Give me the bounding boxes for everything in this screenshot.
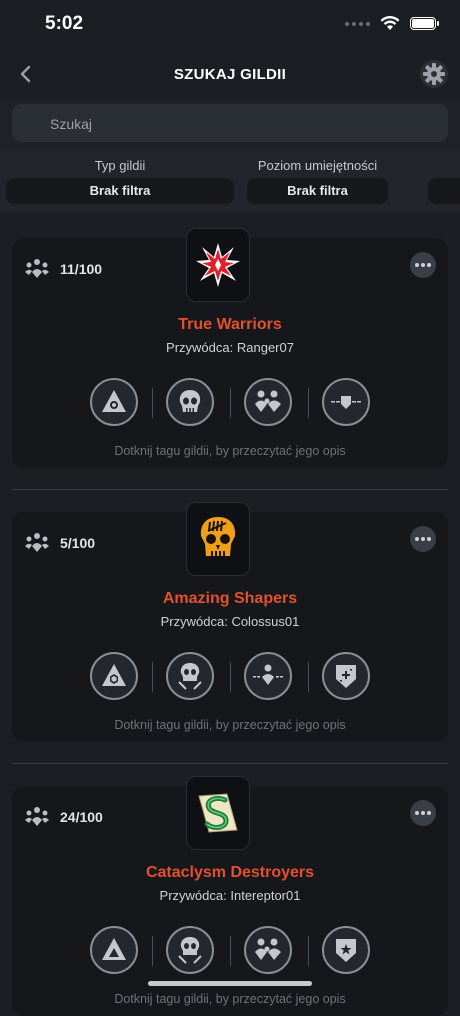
filter-dropdown[interactable]: Brak filtra xyxy=(247,178,388,204)
guild-tags xyxy=(90,378,370,430)
red-star-emblem xyxy=(186,228,250,302)
wifi-icon xyxy=(380,16,400,30)
guild-leader: Przywódca: Ranger07 xyxy=(166,340,294,355)
guild-hint: Dotknij tagu gildii, by przeczytać jego … xyxy=(114,718,346,732)
group-icon[interactable] xyxy=(244,378,292,426)
tag-divider xyxy=(308,662,309,692)
triangle-hexagon-icon[interactable] xyxy=(90,652,138,700)
guild-leader: Przywódca: Colossus01 xyxy=(160,614,300,629)
members-icon xyxy=(25,259,49,278)
guild-hint: Dotknij tagu gildii, by przeczytać jego … xyxy=(114,992,346,1006)
group-icon[interactable] xyxy=(244,926,292,974)
filter-next[interactable] xyxy=(428,178,460,204)
green-s-scroll-emblem xyxy=(186,776,250,850)
guild-name: Cataclysm Destroyers xyxy=(145,864,315,881)
members-info: 5/100 xyxy=(24,532,95,554)
divider xyxy=(12,489,448,490)
skull-crossed-icon[interactable] xyxy=(166,926,214,974)
members-icon xyxy=(25,533,49,552)
shield-plus-icon[interactable] xyxy=(322,652,370,700)
nav-bar: SZUKAJ GILDII xyxy=(0,52,460,99)
guild-card[interactable]: 5/100 Amazing Shapers Przywódca: Colossu… xyxy=(12,502,448,742)
person-dashes-icon[interactable] xyxy=(244,652,292,700)
filter-label: Typ gildii xyxy=(94,158,146,173)
tag-divider xyxy=(230,936,231,966)
tag-divider xyxy=(152,936,153,966)
filter-dropdown[interactable]: Brak filtra xyxy=(6,178,234,204)
filter-skill-level[interactable]: Poziom umiejętności Brak filtra xyxy=(247,158,388,204)
guild-card[interactable]: 11/100 True Warriors Przywódca: Ranger07… xyxy=(12,228,448,468)
filter-label: Poziom umiejętności xyxy=(257,158,378,173)
tag-divider xyxy=(152,388,153,418)
battery-icon xyxy=(410,17,439,30)
guild-leader: Przywódca: Intereptor01 xyxy=(159,888,301,903)
shield-star-icon[interactable] xyxy=(322,926,370,974)
more-options-button[interactable] xyxy=(410,252,436,278)
members-count: 5/100 xyxy=(60,535,96,551)
members-count: 24/100 xyxy=(60,809,103,825)
tag-divider xyxy=(230,662,231,692)
tag-divider xyxy=(152,662,153,692)
search-input[interactable] xyxy=(48,104,432,144)
triangle-eye-icon[interactable] xyxy=(90,378,138,426)
members-info: 24/100 xyxy=(24,806,103,828)
filter-guild-type[interactable]: Typ gildii Brak filtra xyxy=(6,158,234,204)
guild-tags xyxy=(90,652,370,704)
filters-bar: Typ gildii Brak filtra Poziom umiejętnoś… xyxy=(0,150,460,212)
guild-tags xyxy=(90,926,370,978)
members-count: 11/100 xyxy=(60,261,103,277)
gear-icon xyxy=(420,60,448,88)
more-options-button[interactable] xyxy=(410,526,436,552)
home-indicator[interactable] xyxy=(148,981,312,986)
members-info: 11/100 xyxy=(24,258,102,280)
search-area xyxy=(0,98,460,150)
status-time: 5:02 xyxy=(45,13,84,34)
status-icons xyxy=(345,16,439,31)
guild-name: True Warriors xyxy=(178,316,282,333)
signal-icon xyxy=(345,21,370,26)
shield-dashes-icon[interactable] xyxy=(322,378,370,426)
divider xyxy=(12,763,448,764)
tag-divider xyxy=(230,388,231,418)
status-bar: 5:02 xyxy=(0,0,460,52)
orange-skull-emblem xyxy=(186,502,250,576)
more-options-button[interactable] xyxy=(410,800,436,826)
guild-name: Amazing Shapers xyxy=(162,590,298,607)
page-title: SZUKAJ GILDII xyxy=(173,66,287,83)
settings-button[interactable] xyxy=(418,58,450,90)
skull-icon[interactable] xyxy=(166,378,214,426)
triangle-icon[interactable] xyxy=(90,926,138,974)
search-box[interactable] xyxy=(12,104,448,144)
tag-divider xyxy=(308,388,309,418)
skull-crossed-icon[interactable] xyxy=(166,652,214,700)
members-icon xyxy=(25,807,49,826)
tag-divider xyxy=(308,936,309,966)
guild-hint: Dotknij tagu gildii, by przeczytać jego … xyxy=(114,444,346,458)
